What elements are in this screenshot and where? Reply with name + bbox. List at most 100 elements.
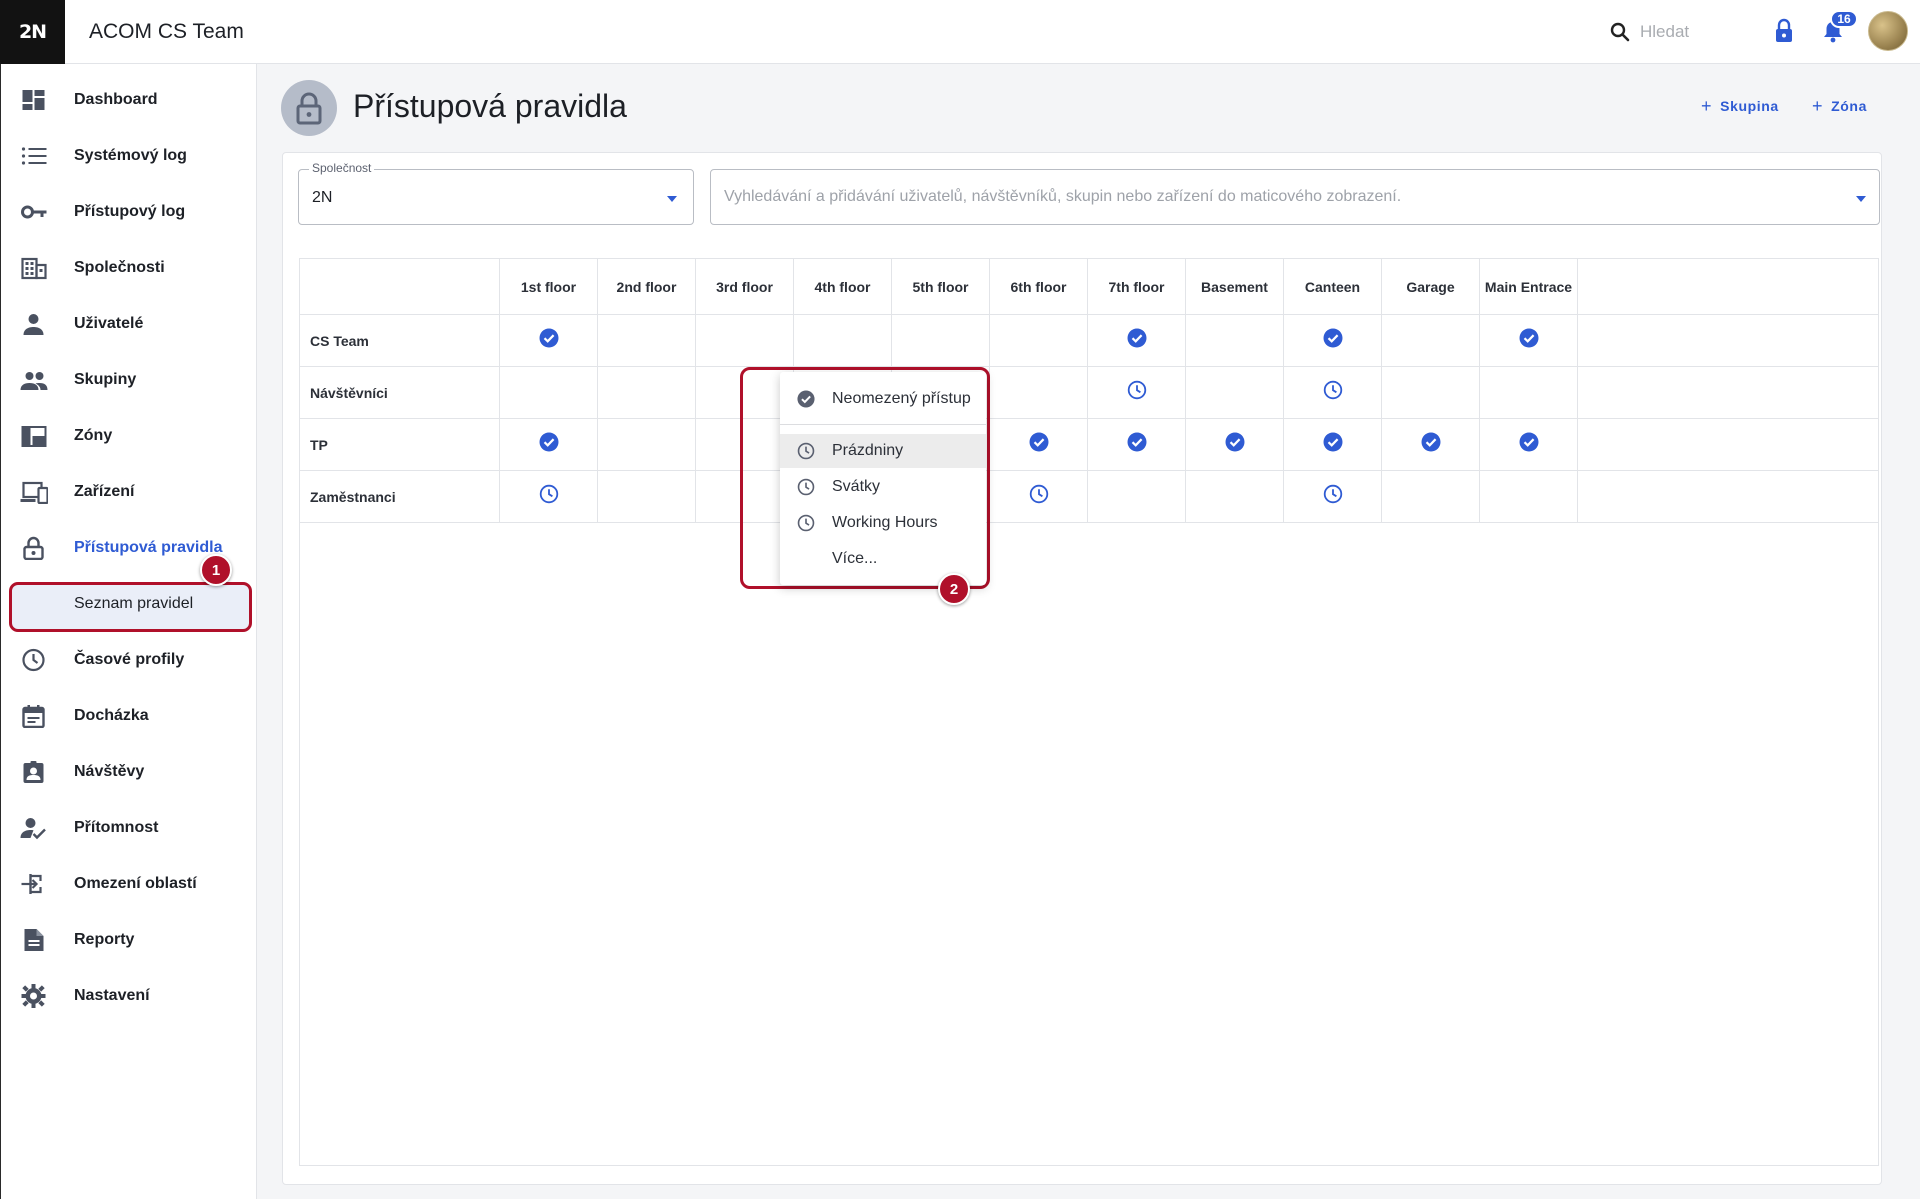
sidebar-item-dochazka[interactable]: Docházka	[1, 688, 257, 744]
matrix-cell[interactable]	[598, 419, 696, 471]
sidebar-item-skupiny[interactable]: Skupiny	[1, 352, 257, 408]
matrix-cell[interactable]	[1284, 471, 1382, 523]
lock-icon[interactable]	[1772, 18, 1796, 44]
chevron-down-icon[interactable]	[1856, 196, 1866, 202]
brand-logo[interactable]: 2N	[0, 0, 65, 64]
matrix-column-header[interactable]: Canteen	[1284, 259, 1382, 315]
sidebar-item-systemovy-log[interactable]: Systémový log	[1, 128, 257, 184]
sidebar-item-casove-profily[interactable]: Časové profily	[1, 632, 257, 688]
matrix-row-label[interactable]: Návštěvníci	[300, 367, 500, 419]
matrix-column-header[interactable]: 2nd floor	[598, 259, 696, 315]
menu-item-vice[interactable]: Více...	[780, 542, 986, 576]
matrix-cell[interactable]	[696, 315, 794, 367]
matrix-column-header[interactable]: Garage	[1382, 259, 1480, 315]
matrix-cell[interactable]	[1480, 471, 1578, 523]
sidebar-item-zarizeni[interactable]: Zařízení	[1, 464, 257, 520]
clock-icon	[1323, 484, 1343, 509]
matrix-cell[interactable]	[990, 367, 1088, 419]
matrix-cell[interactable]	[892, 315, 990, 367]
matrix-cell[interactable]	[1186, 471, 1284, 523]
matrix-column-header[interactable]: 1st floor	[500, 259, 598, 315]
matrix-column-header[interactable]: 3rd floor	[696, 259, 794, 315]
matrix-row-label[interactable]: TP	[300, 419, 500, 471]
avatar[interactable]	[1868, 11, 1908, 51]
lock-icon	[20, 536, 48, 561]
matrix-cell[interactable]	[794, 315, 892, 367]
matrix-cell[interactable]	[1480, 315, 1578, 367]
matrix-cell[interactable]	[1382, 367, 1480, 419]
sidebar-item-reporty[interactable]: Reporty	[1, 912, 257, 968]
matrix-cell[interactable]	[1088, 419, 1186, 471]
matrix-column-header[interactable]: 4th floor	[794, 259, 892, 315]
matrix-cell[interactable]	[1480, 367, 1578, 419]
devices-icon	[20, 480, 49, 505]
sidebar-item-pristupovy-log[interactable]: Přístupový log	[1, 184, 257, 240]
sidebar-item-uzivatele[interactable]: Uživatelé	[1, 296, 257, 352]
menu-item-working-hours[interactable]: Working Hours	[780, 506, 986, 540]
matrix-cell[interactable]	[1284, 367, 1382, 419]
clock-icon	[797, 514, 815, 532]
matrix-cell[interactable]	[1186, 315, 1284, 367]
matrix-cell[interactable]	[1186, 367, 1284, 419]
sidebar-item-navstevy[interactable]: Návštěvy	[1, 744, 257, 800]
matrix-cell[interactable]	[1088, 315, 1186, 367]
matrix-column-header[interactable]: Basement	[1186, 259, 1284, 315]
matrix-cell[interactable]	[598, 367, 696, 419]
matrix-cell[interactable]	[500, 315, 598, 367]
sidebar-item-label: Zařízení	[74, 483, 135, 500]
matrix-cell[interactable]	[500, 471, 598, 523]
gear-icon	[20, 984, 48, 1008]
sidebar-item-label: Přístupový log	[74, 203, 186, 220]
matrix-search-input[interactable]	[724, 184, 1824, 210]
matrix-cell[interactable]	[1382, 471, 1480, 523]
key-icon	[20, 200, 48, 224]
matrix-cell[interactable]	[500, 367, 598, 419]
menu-item-label: Working Hours	[832, 514, 938, 531]
matrix-row-label[interactable]: CS Team	[300, 315, 500, 367]
search-icon[interactable]	[1608, 20, 1632, 44]
matrix-cell[interactable]	[1382, 419, 1480, 471]
menu-item-svatky[interactable]: Svátky	[780, 470, 986, 504]
sidebar-item-label: Systémový log	[74, 147, 187, 164]
matrix-row-label[interactable]: Zaměstnanci	[300, 471, 500, 523]
matrix-cell[interactable]	[990, 315, 1088, 367]
matrix-cell[interactable]	[1382, 315, 1480, 367]
menu-item-prazdniny[interactable]: Prázdniny	[780, 434, 986, 468]
menu-item-neomezeny-pristup[interactable]: Neomezený přístup	[780, 382, 986, 416]
top-bar: 2N ACOM CS Team 16	[0, 0, 1920, 64]
access-matrix: 1st floor 2nd floor 3rd floor 4th floor 5th …	[299, 258, 1879, 1166]
company-select[interactable]: Společnost 2N	[298, 161, 694, 225]
matrix-cell[interactable]	[990, 419, 1088, 471]
sidebar-item-omezeni-oblasti[interactable]: Omezení oblastí	[1, 856, 257, 912]
matrix-cell[interactable]	[500, 419, 598, 471]
sidebar-item-zony[interactable]: Zóny	[1, 408, 257, 464]
page-title: Přístupová pravidla	[353, 88, 627, 124]
matrix-column-header[interactable]: Main Entrace	[1480, 259, 1578, 315]
matrix-cell[interactable]	[1088, 367, 1186, 419]
menu-divider	[780, 424, 986, 425]
sidebar-item-label: Uživatelé	[74, 315, 144, 332]
matrix-cell[interactable]	[1480, 419, 1578, 471]
sidebar-item-dashboard[interactable]: Dashboard	[1, 72, 257, 128]
sidebar-item-spolecnosti[interactable]: Společnosti	[1, 240, 257, 296]
sidebar-item-nastaveni[interactable]: Nastavení	[1, 968, 257, 1024]
matrix-cell[interactable]	[598, 315, 696, 367]
matrix-column-header[interactable]: 7th floor	[1088, 259, 1186, 315]
matrix-cell[interactable]	[1186, 419, 1284, 471]
matrix-cell[interactable]	[598, 471, 696, 523]
matrix-cell[interactable]	[1088, 471, 1186, 523]
step-marker-1: 1	[200, 554, 232, 586]
matrix-cell[interactable]	[1284, 315, 1382, 367]
matrix-column-header[interactable]: 5th floor	[892, 259, 990, 315]
app-title: ACOM CS Team	[89, 20, 244, 43]
matrix-column-header[interactable]: 6th floor	[990, 259, 1088, 315]
add-group-button[interactable]: + Skupina	[1701, 97, 1779, 115]
matrix-search-field[interactable]	[710, 169, 1880, 225]
add-zone-button[interactable]: + Zóna	[1812, 96, 1867, 116]
matrix-cell[interactable]	[1284, 419, 1382, 471]
plus-icon: +	[1812, 96, 1824, 116]
matrix-cell[interactable]	[990, 471, 1088, 523]
sidebar-item-pritomnost[interactable]: Přítomnost	[1, 800, 257, 856]
sidebar-item-label: Docházka	[74, 707, 149, 724]
search-input[interactable]	[1640, 20, 1760, 44]
